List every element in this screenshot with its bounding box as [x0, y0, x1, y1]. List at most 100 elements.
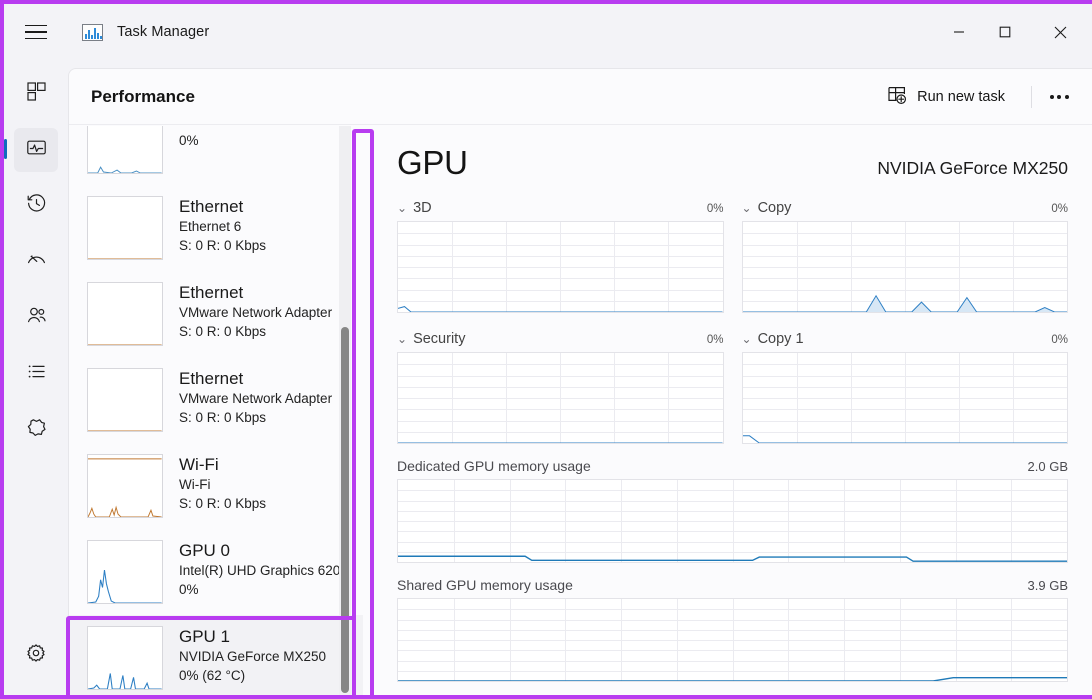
- sidebar-item-settings[interactable]: [14, 633, 58, 677]
- engine-value: 0%: [1051, 334, 1068, 346]
- device-name: GPU 1: [179, 626, 326, 647]
- device-sub: Wi-Fi: [179, 475, 266, 494]
- device-sub: VMware Network Adapter: [179, 389, 332, 408]
- sidebar-item-performance[interactable]: [14, 128, 58, 172]
- sparkline-ethernet-vmware-2: [88, 369, 162, 431]
- dedicated-memory-plot: [397, 479, 1068, 563]
- engine-chart-security: ⌄ Security 0%: [397, 331, 724, 444]
- pulse-icon: [26, 137, 47, 163]
- plot-line-3d: [398, 222, 723, 312]
- device-name: Ethernet: [179, 196, 266, 217]
- toolbar-actions: Run new task: [875, 78, 1080, 116]
- gpu-model: NVIDIA GeForce MX250: [877, 158, 1068, 179]
- run-new-task-label: Run new task: [917, 89, 1005, 105]
- chart-icon: [82, 24, 103, 41]
- device-sparkline: [87, 282, 163, 346]
- device-list-items: SSD 0% Ethernet Ethernet 6: [69, 126, 363, 699]
- device-sub: NVIDIA GeForce MX250: [179, 647, 326, 666]
- sidebar-item-startup-apps[interactable]: [14, 240, 58, 284]
- history-clock-icon: [26, 193, 47, 219]
- gpu-title: GPU: [397, 144, 468, 182]
- device-stat: 0%: [179, 131, 214, 150]
- device-ethernet-vmware-2[interactable]: Ethernet VMware Network Adapter S: 0 R: …: [69, 357, 363, 443]
- engine-value: 0%: [707, 334, 724, 346]
- sidebar-item-users[interactable]: [14, 296, 58, 340]
- chevron-down-icon[interactable]: ⌄: [742, 332, 752, 346]
- sidebar-item-app-history[interactable]: [14, 184, 58, 228]
- scrollbar-thumb[interactable]: [341, 327, 349, 694]
- device-sparkline: [87, 196, 163, 260]
- services-gear-icon: [26, 417, 47, 443]
- more-options-button[interactable]: [1038, 81, 1080, 113]
- engine-value: 0%: [707, 203, 724, 215]
- run-new-task-button[interactable]: Run new task: [875, 78, 1017, 116]
- device-meta: Ethernet VMware Network Adapter S: 0 R: …: [179, 281, 332, 341]
- maximize-button[interactable]: [982, 4, 1028, 60]
- shared-memory-plot: [397, 598, 1068, 682]
- sidebar-item-details[interactable]: [14, 352, 58, 396]
- gauge-icon: [26, 249, 47, 275]
- vertical-scrollbar[interactable]: [339, 126, 351, 699]
- engine-value: 0%: [1051, 203, 1068, 215]
- sidebar-item-services[interactable]: [14, 408, 58, 452]
- device-sub: Intel(R) UHD Graphics 620: [179, 561, 340, 580]
- sparkline-ethernet-6: [88, 197, 162, 259]
- device-ethernet-vmware-1[interactable]: Ethernet VMware Network Adapter S: 0 R: …: [69, 271, 363, 357]
- window-controls: [936, 4, 1092, 60]
- people-icon: [26, 305, 47, 331]
- sparkline-gpu-0: [88, 541, 162, 603]
- plot-line-security: [398, 353, 723, 443]
- navigation-rail: [4, 60, 68, 699]
- device-wifi[interactable]: Wi-Fi Wi-Fi S: 0 R: 0 Kbps: [69, 443, 363, 529]
- device-sub: VMware Network Adapter: [179, 303, 332, 322]
- app-title: Task Manager: [117, 24, 209, 40]
- device-stat: S: 0 R: 0 Kbps: [179, 494, 266, 513]
- engine-header[interactable]: ⌄ Security 0%: [397, 331, 724, 347]
- dedicated-memory-label: Dedicated GPU memory usage: [397, 458, 591, 474]
- close-button[interactable]: [1028, 4, 1092, 60]
- engine-header[interactable]: ⌄ 3D 0%: [397, 200, 724, 216]
- sidebar-item-processes[interactable]: [14, 72, 58, 116]
- engine-header[interactable]: ⌄ Copy 0%: [742, 200, 1069, 216]
- device-meta: SSD 0%: [179, 126, 214, 150]
- dedicated-memory-value: 2.0 GB: [1028, 459, 1068, 474]
- device-sparkline: [87, 368, 163, 432]
- engine-label: Copy: [758, 200, 792, 216]
- chevron-down-icon[interactable]: ⌄: [397, 332, 407, 346]
- device-sparkline: [87, 454, 163, 518]
- ellipsis-icon: [1050, 95, 1054, 99]
- engine-plot-copy-1: [742, 352, 1069, 444]
- engine-label: Security: [413, 331, 465, 347]
- device-meta: Ethernet VMware Network Adapter S: 0 R: …: [179, 367, 332, 427]
- engine-row-1: ⌄ 3D 0% ⌄: [397, 200, 1068, 313]
- device-ethernet-6[interactable]: Ethernet Ethernet 6 S: 0 R: 0 Kbps: [69, 185, 363, 271]
- device-stat: S: 0 R: 0 Kbps: [179, 408, 332, 427]
- device-stat: 0% (62 °C): [179, 666, 326, 685]
- chevron-down-icon[interactable]: ⌄: [397, 201, 407, 215]
- plot-line-shared-memory: [398, 599, 1067, 681]
- device-sparkline: [87, 540, 163, 604]
- device-name: Ethernet: [179, 368, 332, 389]
- engine-label: Copy 1: [758, 331, 804, 347]
- gear-icon: [26, 643, 46, 668]
- device-sparkline: [87, 626, 163, 690]
- dedicated-memory-header: Dedicated GPU memory usage 2.0 GB: [397, 458, 1068, 474]
- chevron-down-icon[interactable]: ⌄: [742, 201, 752, 215]
- engine-header[interactable]: ⌄ Copy 1 0%: [742, 331, 1069, 347]
- list-icon: [26, 361, 47, 387]
- device-gpu-1[interactable]: GPU 1 NVIDIA GeForce MX250 0% (62 °C): [69, 615, 363, 699]
- minimize-button[interactable]: [936, 4, 982, 60]
- device-meta: GPU 1 NVIDIA GeForce MX250 0% (62 °C): [179, 625, 326, 685]
- hamburger-icon[interactable]: [12, 4, 60, 60]
- device-list[interactable]: SSD 0% Ethernet Ethernet 6: [69, 126, 363, 699]
- device-meta: GPU 0 Intel(R) UHD Graphics 620 0%: [179, 539, 340, 599]
- shared-memory-value: 3.9 GB: [1028, 578, 1068, 593]
- device-ssd[interactable]: SSD 0%: [69, 126, 363, 185]
- title-bar: Task Manager: [4, 4, 1092, 60]
- gpu-detail-panel: GPU NVIDIA GeForce MX250 ⌄ 3D 0%: [363, 126, 1092, 699]
- engine-plot-security: [397, 352, 724, 444]
- engine-row-2: ⌄ Security 0% ⌄: [397, 331, 1068, 444]
- device-gpu-0[interactable]: GPU 0 Intel(R) UHD Graphics 620 0%: [69, 529, 363, 615]
- toolbar: Performance Run new task: [69, 69, 1092, 125]
- device-stat: 0%: [179, 580, 340, 599]
